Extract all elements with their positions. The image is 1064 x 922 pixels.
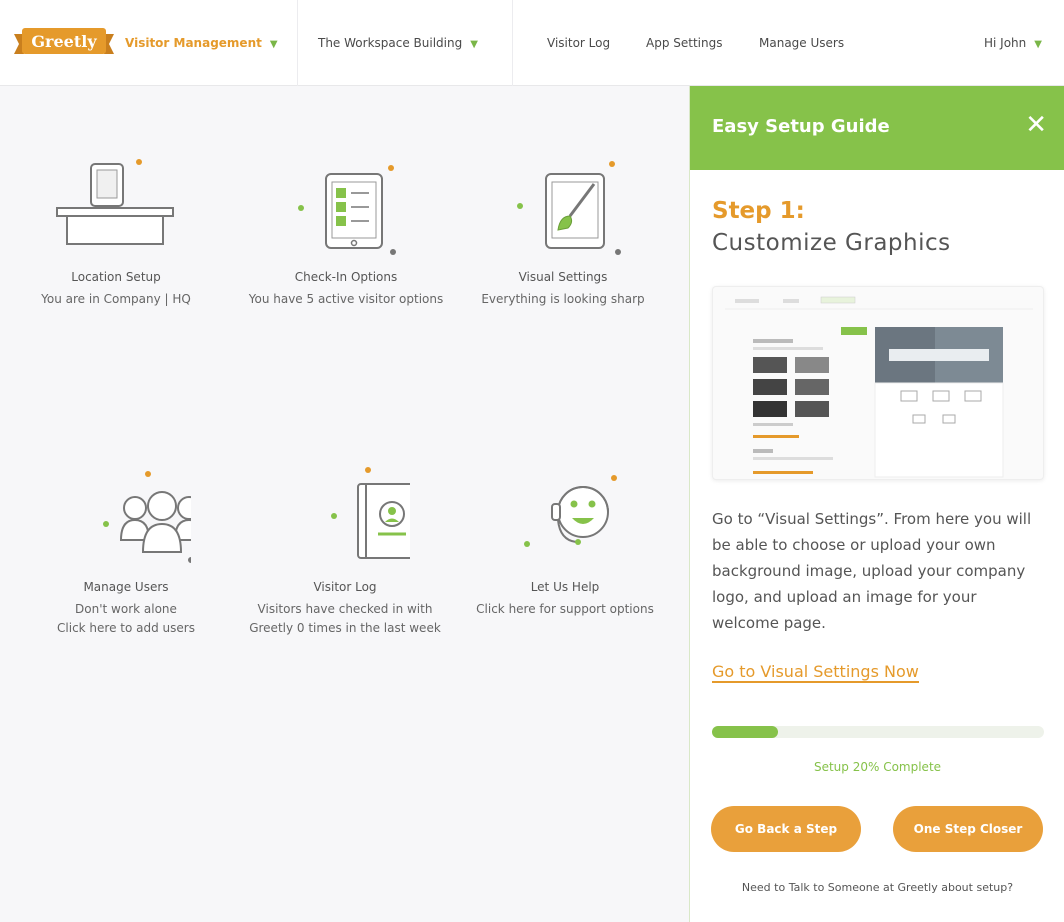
- go-back-step-button[interactable]: Go Back a Step: [711, 806, 861, 852]
- nav-link-app-settings[interactable]: App Settings: [646, 36, 722, 50]
- setup-guide-title: Easy Setup Guide: [712, 116, 890, 137]
- card-title: Visitor Log: [313, 580, 377, 594]
- card-location-setup[interactable]: Location Setup You are in Company | HQ: [6, 150, 226, 309]
- card-subtitle: Visitors have checked in with: [257, 602, 433, 616]
- card-title: Check-In Options: [294, 270, 398, 284]
- nav-link-visitor-log[interactable]: Visitor Log: [547, 36, 610, 50]
- card-subtitle: Click here for support options: [476, 602, 654, 616]
- users-group-icon: [103, 471, 191, 563]
- card-subtitle: Everything is looking sharp: [481, 292, 645, 306]
- caret-down-icon: ▼: [470, 39, 478, 50]
- step-title: Customize Graphics: [712, 230, 951, 256]
- location-dropdown-label: The Workspace Building: [318, 36, 463, 50]
- go-to-visual-settings-link[interactable]: Go to Visual Settings Now: [712, 662, 919, 683]
- visual-settings-preview-image: [712, 286, 1044, 480]
- greetly-logo[interactable]: Greetly: [14, 26, 114, 60]
- setup-progress-fill: [712, 726, 779, 738]
- talk-to-greetly-link[interactable]: Need to Talk to Someone at Greetly about…: [690, 881, 1064, 894]
- card-title: Visual Settings: [518, 270, 608, 284]
- support-headset-icon: [524, 475, 617, 547]
- setup-guide-header: Easy Setup Guide ✕: [690, 86, 1064, 170]
- setup-progress-bar: [712, 726, 1044, 738]
- caret-down-icon: ▼: [1034, 39, 1042, 50]
- product-dropdown-label: Visitor Management: [125, 36, 262, 50]
- card-subtitle: You are in Company | HQ: [41, 292, 191, 306]
- card-subtitle: You have 5 active visitor options: [248, 292, 444, 306]
- top-nav: Greetly Visitor Management ▼ The Workspac…: [0, 0, 1064, 86]
- tablet-checklist-icon: [298, 165, 396, 255]
- nav-divider: [512, 0, 513, 86]
- card-subtitle: Click here to add users: [57, 621, 195, 635]
- step-number: Step 1:: [712, 198, 805, 224]
- front-desk-icon: [56, 159, 174, 245]
- visitor-book-icon: [331, 467, 410, 559]
- nav-divider: [297, 0, 298, 86]
- nav-link-manage-users[interactable]: Manage Users: [759, 36, 844, 50]
- svg-text:Greetly: Greetly: [31, 32, 97, 51]
- card-visual-settings[interactable]: Visual Settings Everything is looking sh…: [453, 150, 673, 309]
- tablet-paintbrush-icon: [517, 161, 621, 255]
- setup-guide-panel: Easy Setup Guide ✕ Step 1: Customize Gra…: [689, 86, 1064, 922]
- card-title: Location Setup: [71, 270, 161, 284]
- user-menu[interactable]: Hi John ▼: [984, 36, 1042, 50]
- step-description: Go to “Visual Settings”. From here you w…: [712, 510, 1032, 632]
- caret-down-icon: ▼: [269, 39, 278, 50]
- one-step-closer-button[interactable]: One Step Closer: [893, 806, 1043, 852]
- card-subtitle: Don't work alone: [75, 602, 177, 616]
- card-visitor-log[interactable]: Visitor Log Visitors have checked in wit…: [235, 460, 455, 638]
- card-check-in-options[interactable]: Check-In Options You have 5 active visit…: [236, 150, 456, 309]
- user-menu-label: Hi John: [984, 36, 1027, 50]
- close-icon[interactable]: ✕: [1025, 112, 1047, 138]
- card-subtitle: Greetly 0 times in the last week: [249, 621, 441, 635]
- card-manage-users[interactable]: Manage Users Don't work alone Click here…: [16, 460, 236, 638]
- setup-progress-label: Setup 20% Complete: [813, 760, 942, 774]
- card-let-us-help[interactable]: Let Us Help Click here for support optio…: [455, 460, 675, 619]
- card-title: Let Us Help: [530, 580, 600, 594]
- card-title: Manage Users: [83, 580, 169, 594]
- product-dropdown[interactable]: Visitor Management ▼: [125, 36, 278, 50]
- preview-screenshot-graphic: [725, 296, 1033, 478]
- location-dropdown[interactable]: The Workspace Building ▼: [318, 36, 478, 50]
